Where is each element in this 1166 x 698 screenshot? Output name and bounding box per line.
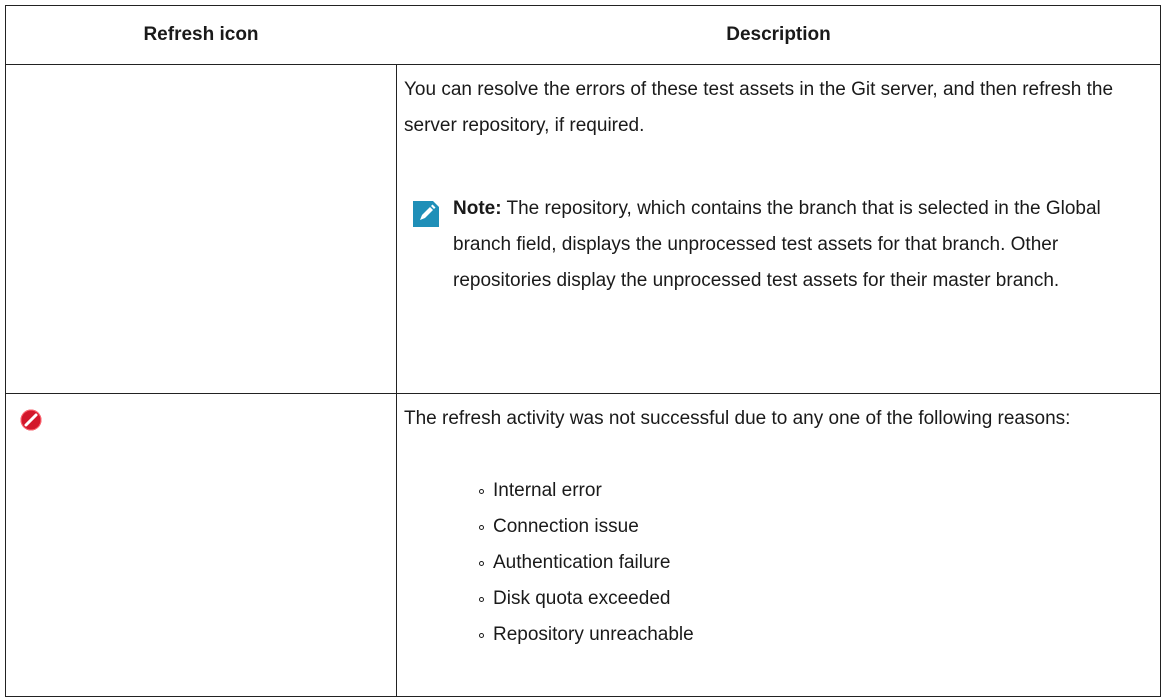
list-item: Authentication failure xyxy=(479,545,694,581)
refresh-status-table: Refresh icon Description You can resolve… xyxy=(5,5,1161,697)
header-description: Description xyxy=(726,24,831,45)
row-description: The refresh activity was not successful … xyxy=(404,408,1071,429)
list-item: Internal error xyxy=(479,473,694,509)
note-text: Note: The repository, which contains the… xyxy=(453,191,1153,299)
note-label: Note: xyxy=(453,198,502,219)
list-item: Repository unreachable xyxy=(479,617,694,653)
pencil-note-icon xyxy=(413,201,439,227)
table-header-row: Refresh icon Description xyxy=(6,6,1160,65)
list-item: Connection issue xyxy=(479,509,694,545)
table-row: The refresh activity was not successful … xyxy=(6,394,1160,696)
note-body: The repository, which contains the branc… xyxy=(453,198,1101,291)
list-item: Disk quota exceeded xyxy=(479,581,694,617)
header-refresh-icon: Refresh icon xyxy=(143,24,259,45)
table-row: You can resolve the errors of these test… xyxy=(6,65,1160,394)
row-description: You can resolve the errors of these test… xyxy=(404,79,1114,136)
blocked-icon xyxy=(20,409,42,431)
reasons-list: Internal error Connection issue Authenti… xyxy=(479,473,694,653)
